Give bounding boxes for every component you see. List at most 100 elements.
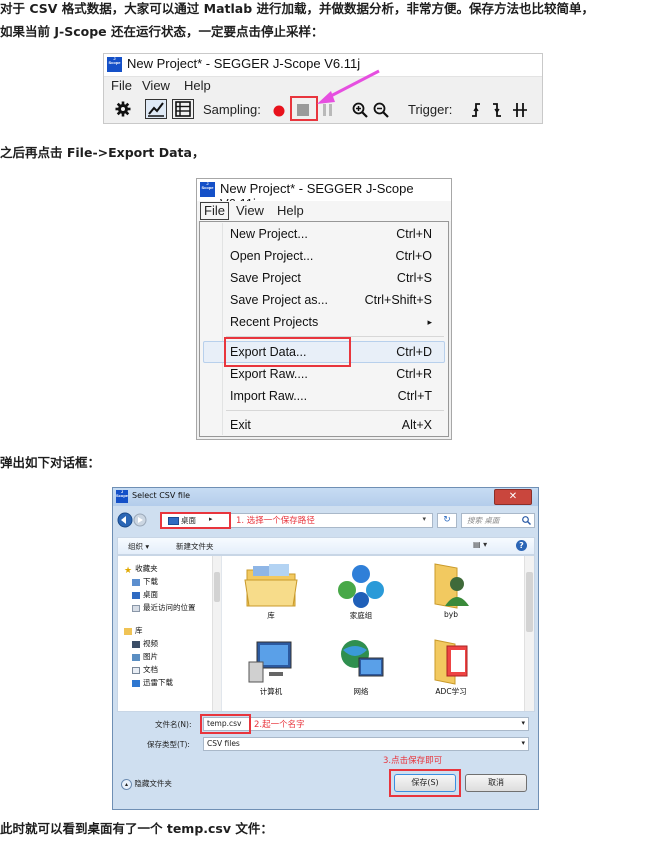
- recent-places-icon: [132, 604, 140, 612]
- jscope-toolbar-screenshot: J Scope New Project* - SEGGER J-Scope V6.…: [103, 53, 543, 124]
- paragraph-dialog-intro: 弹出如下对话框：: [0, 455, 101, 470]
- menu-item-exit[interactable]: Exit Alt+X: [230, 415, 442, 435]
- desktop-icon: [132, 591, 140, 599]
- chevron-down-icon[interactable]: ▾: [521, 739, 525, 747]
- menu-view[interactable]: View: [236, 203, 264, 218]
- menu-file-open[interactable]: File: [200, 202, 229, 220]
- filename-label: 文件名(N):: [155, 720, 192, 729]
- jscope-logo: J Scope: [116, 490, 128, 503]
- dialog-titlebar: J Scope Select CSV file ✕: [113, 488, 538, 506]
- filetype-label: 保存类型(T):: [147, 740, 190, 749]
- downloads-icon: [132, 578, 140, 586]
- paragraph-stop-sampling: 如果当前 J-Scope 还在运行状态，一定要点击停止采样：: [0, 24, 324, 39]
- file-item-libraries[interactable]: 库: [236, 560, 306, 621]
- refresh-icon[interactable]: ↻: [437, 513, 457, 528]
- annotation-step1: 1. 选择一个保存路径: [236, 516, 315, 526]
- chevron-down-icon[interactable]: ▾: [521, 719, 525, 727]
- menu-item-import-raw[interactable]: Import Raw.... Ctrl+T: [230, 386, 442, 406]
- organize-button[interactable]: 组织 ▾: [128, 541, 149, 552]
- folder-icon: [434, 639, 468, 685]
- star-icon: ★: [124, 565, 133, 576]
- menu-help[interactable]: Help: [184, 78, 211, 93]
- file-item-homegroup[interactable]: 家庭组: [326, 560, 396, 621]
- export-data-highlight-box: [224, 337, 351, 367]
- picture-icon: [132, 653, 140, 661]
- jscope-logo: J Scope: [200, 182, 215, 197]
- homegroup-icon: [338, 565, 384, 608]
- menu-item-recent-projects[interactable]: Recent Projects ▸: [230, 312, 442, 332]
- dialog-footer: 文件名(N): temp.csv ▾ 2.起一个名字 保存类型(T): CSV …: [117, 714, 535, 806]
- chevron-up-icon: ▴: [121, 778, 132, 790]
- breadcrumb-highlight-box: [160, 512, 231, 529]
- help-icon[interactable]: ?: [516, 540, 527, 551]
- file-list-scrollbar[interactable]: [524, 556, 534, 711]
- nav-libraries[interactable]: 库: [124, 625, 143, 636]
- window-titlebar: JScope New Project* - SEGGER J-Scope V6.…: [197, 179, 451, 211]
- library-icon: [124, 627, 132, 635]
- nav-thunder-downloads[interactable]: 迅雷下载: [132, 677, 173, 688]
- graph-view-icon[interactable]: [145, 99, 167, 119]
- menu-help[interactable]: Help: [277, 203, 304, 218]
- paragraph-result: 此时就可以看到桌面有了一个 temp.csv 文件：: [0, 821, 273, 836]
- menu-item-save-project[interactable]: Save Project Ctrl+S: [230, 268, 442, 288]
- nav-favorites[interactable]: ★ 收藏夹: [124, 563, 158, 576]
- menu-view[interactable]: View: [142, 78, 170, 93]
- search-icon: [522, 516, 531, 525]
- menu-item-open-project[interactable]: Open Project... Ctrl+O: [230, 246, 442, 266]
- menu-file[interactable]: File: [111, 78, 132, 93]
- paragraph-intro: 对于 CSV 格式数据，大家可以通过 Matlab 进行加载，并做数据分析，非常…: [0, 1, 595, 16]
- user-folder-icon: [434, 563, 469, 609]
- file-item-adc-study[interactable]: ADC学习: [416, 636, 486, 697]
- file-dropdown: New Project... Ctrl+N Open Project... Ctrl…: [199, 221, 449, 437]
- filename-highlight-box: [200, 714, 251, 734]
- nav-scrollbar[interactable]: [212, 556, 221, 711]
- hide-folders-toggle[interactable]: ▴ 隐藏文件夹: [121, 778, 172, 790]
- trigger-label: Trigger:: [408, 102, 453, 117]
- record-icon[interactable]: [273, 105, 285, 117]
- search-input[interactable]: 搜索 桌面: [461, 513, 535, 528]
- view-options-icon[interactable]: ▤ ▾: [473, 540, 487, 549]
- menu-item-export-raw[interactable]: Export Raw.... Ctrl+R: [230, 364, 442, 384]
- table-view-icon[interactable]: [172, 99, 194, 119]
- file-item-network[interactable]: 网络: [326, 636, 396, 697]
- thunder-download-icon: [132, 679, 140, 687]
- trigger-rising-icon[interactable]: [471, 102, 481, 118]
- cancel-button[interactable]: 取消: [465, 774, 527, 792]
- nav-desktop[interactable]: 桌面: [132, 589, 158, 600]
- filetype-select[interactable]: CSV files ▾: [203, 737, 529, 751]
- menu-bar: File View Help: [197, 201, 451, 221]
- trigger-both-icon[interactable]: [513, 102, 527, 118]
- settings-gear-icon[interactable]: [115, 101, 131, 117]
- annotation-step3: 3.点击保存即可: [383, 756, 443, 766]
- nav-documents[interactable]: 文档: [132, 664, 158, 675]
- nav-pictures[interactable]: 图片: [132, 651, 158, 662]
- file-item-user-byb[interactable]: byb: [416, 560, 486, 619]
- annotation-step2: 2.起一个名字: [254, 720, 305, 730]
- filename-input[interactable]: temp.csv ▾: [203, 717, 529, 731]
- dialog-title: Select CSV file: [132, 491, 191, 500]
- save-highlight-box: [389, 769, 461, 797]
- paragraph-export-data: 之后再点击 File->Export Data，: [0, 145, 205, 160]
- dialog-toolbar: 组织 ▾ 新建文件夹 ▤ ▾ ?: [117, 537, 535, 555]
- trigger-falling-icon[interactable]: [492, 102, 502, 118]
- navigation-pane: ★ 收藏夹 下载 桌面 最近访问的位置 库 视频 图片 文档 迅雷下载: [118, 556, 222, 711]
- menu-item-new-project[interactable]: New Project... Ctrl+N: [230, 224, 442, 244]
- dialog-body: ★ 收藏夹 下载 桌面 最近访问的位置 库 视频 图片 文档 迅雷下载 库 家庭组: [117, 555, 535, 712]
- document-icon: [132, 666, 140, 674]
- file-item-computer[interactable]: 计算机: [236, 636, 306, 697]
- jscope-logo: J Scope: [107, 57, 122, 72]
- computer-icon: [248, 641, 292, 683]
- menu-separator: [226, 410, 444, 411]
- sampling-label: Sampling:: [203, 102, 261, 117]
- new-folder-button[interactable]: 新建文件夹: [176, 541, 214, 552]
- menu-item-save-project-as[interactable]: Save Project as... Ctrl+Shift+S: [230, 290, 442, 310]
- nav-recent[interactable]: 最近访问的位置: [132, 602, 196, 613]
- chevron-down-icon[interactable]: ▾: [422, 515, 426, 523]
- network-icon: [341, 640, 384, 677]
- save-dialog-screenshot: J Scope Select CSV file ✕ 桌面 ▸ ▾ ↻ 搜索 桌面 …: [112, 487, 539, 810]
- back-forward-icon[interactable]: [117, 512, 149, 528]
- nav-downloads[interactable]: 下载: [132, 576, 158, 587]
- nav-videos[interactable]: 视频: [132, 638, 158, 649]
- library-folder-icon: [244, 564, 298, 607]
- close-button[interactable]: ✕: [494, 489, 532, 505]
